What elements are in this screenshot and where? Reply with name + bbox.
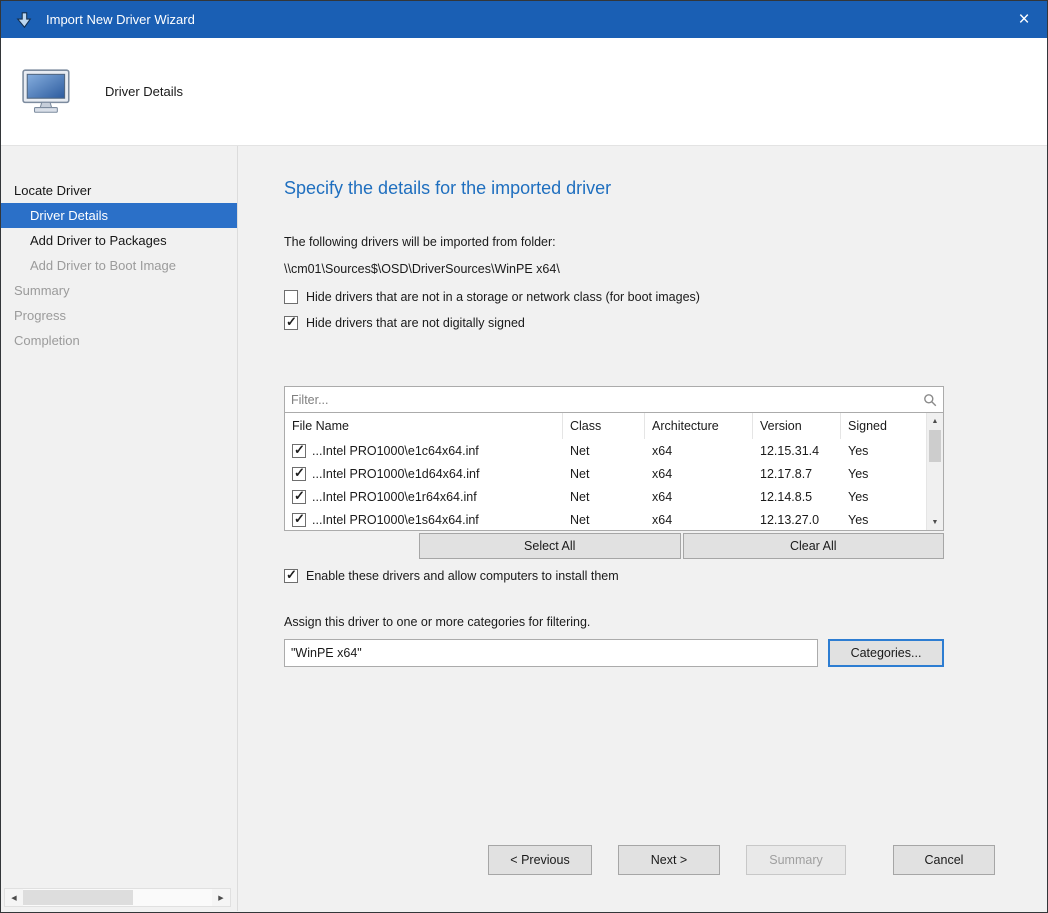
cell-sig: Yes [841,513,926,527]
driver-file-name: ...Intel PRO1000\e1r64x64.inf [312,490,477,504]
scrollbar-track[interactable] [23,889,212,906]
column-header-sig[interactable]: Signed [841,413,926,439]
previous-button[interactable]: < Previous [488,845,592,875]
page-title: Driver Details [105,84,183,99]
drivers-table: File NameClassArchitectureVersionSigned … [284,413,944,531]
cell-arch: x64 [645,444,753,458]
sidebar-horizontal-scrollbar[interactable]: ◀ ▶ [4,888,231,907]
driver-row[interactable]: ...Intel PRO1000\e1r64x64.inf Netx6412.14… [285,485,926,508]
select-all-button[interactable]: Select All [419,533,681,559]
cell-class: Net [563,444,645,458]
sidebar-item-completion[interactable]: Completion [1,328,237,353]
cell-sig: Yes [841,490,926,504]
cell-file: ...Intel PRO1000\e1r64x64.inf [285,490,563,504]
driver-checkbox[interactable] [292,490,306,504]
driver-file-name: ...Intel PRO1000\e1s64x64.inf [312,513,479,527]
search-icon [917,393,943,407]
intro-text: The following drivers will be imported f… [284,235,944,249]
cell-ver: 12.13.27.0 [753,513,841,527]
scroll-left-icon[interactable]: ◀ [5,889,23,906]
cell-ver: 12.14.8.5 [753,490,841,504]
close-icon[interactable]: × [1001,1,1047,38]
categories-field[interactable] [284,639,818,667]
driver-row[interactable]: ...Intel PRO1000\e1d64x64.inf Netx6412.17… [285,462,926,485]
checkbox-label: Hide drivers that are not in a storage o… [306,290,700,304]
hide-unsigned-checkbox[interactable] [284,316,298,330]
cell-class: Net [563,513,645,527]
driver-checkbox[interactable] [292,467,306,481]
checkbox-label: Enable these drivers and allow computers… [306,569,619,583]
table-header-row: File NameClassArchitectureVersionSigned [285,413,926,439]
driver-row[interactable]: ...Intel PRO1000\e1c64x64.inf Netx6412.15… [285,439,926,462]
titlebar: Import New Driver Wizard × [1,1,1047,38]
sidebar-item-locate-driver[interactable]: Locate Driver [1,178,237,203]
cell-class: Net [563,490,645,504]
table-body: ...Intel PRO1000\e1c64x64.infNetx6412.15… [285,439,926,531]
wizard-footer: < Previous Next > Summary Cancel [488,845,995,875]
cell-file: ...Intel PRO1000\e1d64x64.inf [285,467,563,481]
cell-ver: 12.15.31.4 [753,444,841,458]
scroll-right-icon[interactable]: ▶ [212,889,230,906]
driver-file-name: ...Intel PRO1000\e1d64x64.inf [312,467,479,481]
cell-file: ...Intel PRO1000\e1s64x64.inf [285,513,563,527]
cell-arch: x64 [645,513,753,527]
wizard-header: Driver Details [1,38,1047,146]
categories-row: Categories... [284,639,944,667]
wizard-arrow-icon [13,9,35,31]
cell-sig: Yes [841,467,926,481]
checkbox-label: Hide drivers that are not digitally sign… [306,316,525,330]
cell-file: ...Intel PRO1000\e1c64x64.inf [285,444,563,458]
cell-class: Net [563,467,645,481]
cell-ver: 12.17.8.7 [753,467,841,481]
import-new-driver-wizard-window: Import New Driver Wizard × Driver Detail… [0,0,1048,913]
sidebar-item-driver-details[interactable]: Driver Details [1,203,237,228]
scrollbar-thumb[interactable] [23,890,133,905]
hide-unsigned-checkbox-row[interactable]: Hide drivers that are not digitally sign… [284,316,944,330]
column-header-arch[interactable]: Architecture [645,413,753,439]
clear-all-button[interactable]: Clear All [683,533,945,559]
driver-checkbox[interactable] [292,444,306,458]
scroll-up-icon[interactable]: ▲ [927,413,943,429]
scrollbar-track[interactable] [927,429,943,514]
window-title: Import New Driver Wizard [46,12,1001,27]
sidebar-item-add-driver-to-packages[interactable]: Add Driver to Packages [1,228,237,253]
sidebar-item-summary[interactable]: Summary [1,278,237,303]
source-folder-path: \\cm01\Sources$\OSD\DriverSources\WinPE … [284,262,944,276]
summary-button: Summary [746,845,846,875]
driver-file-name: ...Intel PRO1000\e1c64x64.inf [312,444,479,458]
table-vertical-scrollbar[interactable]: ▲ ▼ [926,413,943,530]
wizard-content: Specify the details for the imported dri… [238,146,1047,911]
cancel-button[interactable]: Cancel [893,845,995,875]
wizard-steps-sidebar: Locate DriverDriver DetailsAdd Driver to… [1,146,238,911]
computer-monitor-icon [21,65,75,119]
scrollbar-thumb[interactable] [929,430,941,462]
categories-button[interactable]: Categories... [828,639,944,667]
assign-categories-label: Assign this driver to one or more catego… [284,615,944,629]
enable-drivers-checkbox[interactable] [284,569,298,583]
sidebar-item-progress[interactable]: Progress [1,303,237,328]
driver-row[interactable]: ...Intel PRO1000\e1s64x64.inf Netx6412.13… [285,508,926,531]
cell-arch: x64 [645,490,753,504]
enable-drivers-checkbox-row[interactable]: Enable these drivers and allow computers… [284,569,944,583]
cell-arch: x64 [645,467,753,481]
column-header-file[interactable]: File Name [285,413,563,439]
filter-box [284,386,944,413]
column-header-ver[interactable]: Version [753,413,841,439]
page-heading: Specify the details for the imported dri… [284,178,944,199]
cell-sig: Yes [841,444,926,458]
sidebar-item-add-driver-to-boot-image[interactable]: Add Driver to Boot Image [1,253,237,278]
hide-storage-network-checkbox-row[interactable]: Hide drivers that are not in a storage o… [284,290,944,304]
wizard-body: Locate DriverDriver DetailsAdd Driver to… [1,146,1047,911]
driver-checkbox[interactable] [292,513,306,527]
select-clear-row: Select All Clear All [284,533,944,559]
hide-storage-network-checkbox[interactable] [284,290,298,304]
next-button[interactable]: Next > [618,845,720,875]
filter-input[interactable] [285,393,917,407]
column-header-class[interactable]: Class [563,413,645,439]
scroll-down-icon[interactable]: ▼ [927,514,943,530]
